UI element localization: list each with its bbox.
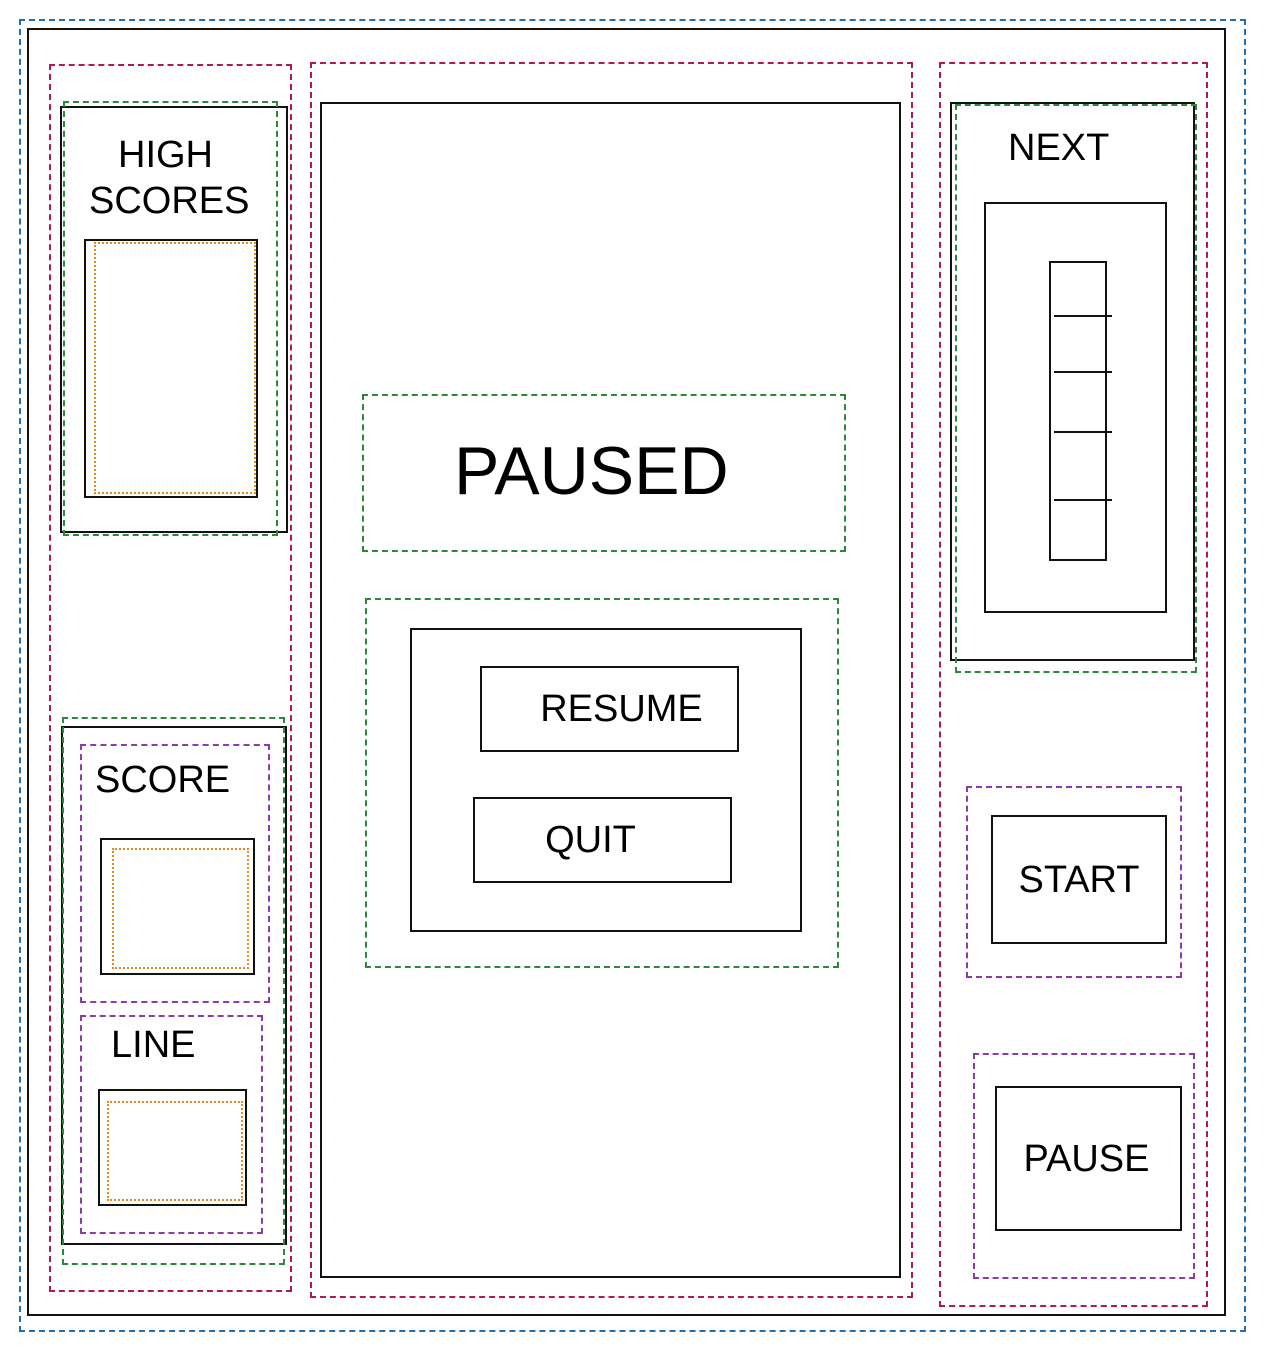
quit-button-label: QUIT [545,819,636,861]
next-piece-cell-divider [1054,315,1112,317]
next-piece-i-tetromino [1049,261,1112,561]
high-scores-title-line2: SCORES [89,180,250,222]
start-button-label: START [1018,858,1140,901]
resume-button-label: RESUME [540,688,703,730]
high-scores-title-line1: HIGH [118,134,213,176]
resume-button[interactable]: RESUME [480,666,739,752]
pause-button[interactable]: PAUSE [995,1086,1182,1231]
next-piece-cell-divider [1054,431,1112,433]
high-scores-list-value [94,242,256,494]
score-title: SCORE [95,759,231,801]
next-title: NEXT [1008,127,1110,169]
start-button[interactable]: START [991,815,1167,944]
quit-button[interactable]: QUIT [473,797,732,883]
line-title: LINE [111,1024,196,1066]
next-piece-cell-divider [1054,499,1112,501]
pause-button-label: PAUSE [1023,1137,1150,1180]
score-value [112,848,249,969]
line-value [107,1101,243,1201]
paused-label: PAUSED [454,433,729,509]
next-piece-cell-divider [1054,371,1112,373]
